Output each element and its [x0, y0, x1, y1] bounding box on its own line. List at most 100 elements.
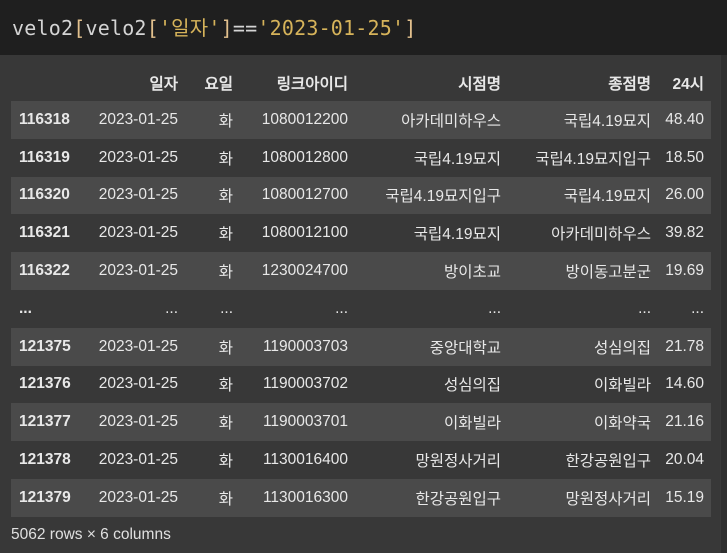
- column-header: 링크아이디: [276, 75, 348, 93]
- table-cell-end: 국립4.19묘지: [563, 188, 651, 206]
- code-token: [: [73, 16, 86, 40]
- table-row: 121377 2023-01-25 화 1190003701 이화빌라 이화약국 21.16: [11, 403, 711, 442]
- code-token: '2023-01-25': [257, 16, 405, 40]
- row-index: 121378: [19, 451, 71, 469]
- code-token: ]: [404, 16, 417, 40]
- notebook-page: velo2[velo2['일자']=='2023-01-25'] 일자 요일 링크아…: [0, 0, 727, 553]
- table-cell-day: 화: [218, 112, 233, 130]
- table-cell-link: 1080012100: [261, 224, 348, 242]
- table-cell-start: 이화빌라: [443, 415, 501, 433]
- table-cell-date: 2023-01-25: [98, 337, 178, 355]
- table-cell-start: 중앙대학교: [429, 339, 501, 357]
- table-body: 116318 2023-01-25 화 1080012200 아카데미하우스 국립4.19…: [11, 101, 711, 517]
- scrollbar-track[interactable]: [721, 55, 727, 553]
- row-index: 121375: [19, 337, 71, 355]
- table-cell-start: 국립4.19묘지: [413, 150, 501, 168]
- table-cell-date: 2023-01-25: [98, 375, 178, 393]
- table-row: 116322 2023-01-25 화 1230024700 방이초교 방이동고분군 19.…: [11, 252, 711, 290]
- table-cell-end: ...: [638, 299, 651, 317]
- row-index: 116321: [19, 224, 70, 242]
- table-cell-val: 15.19: [665, 488, 704, 506]
- row-index: ...: [19, 299, 32, 317]
- table-cell-date: ...: [165, 299, 178, 317]
- table-cell-link: 1130016300: [262, 488, 348, 506]
- table-cell-start: 방이초교: [443, 264, 501, 282]
- row-index: 116320: [19, 186, 70, 204]
- table-cell-day: 화: [218, 339, 233, 357]
- table-cell-end: 국립4.19묘지: [563, 112, 651, 130]
- table-row: .....................: [11, 289, 711, 328]
- table-cell-date: 2023-01-25: [98, 451, 178, 469]
- table-cell-val: 20.04: [665, 451, 704, 469]
- table-cell-date: 2023-01-25: [98, 413, 178, 431]
- table-cell-day: 화: [218, 415, 233, 433]
- row-index: 116322: [19, 262, 70, 280]
- table-cell-val: 48.40: [665, 110, 704, 128]
- table-cell-day: 화: [218, 377, 233, 395]
- code-token: [: [146, 16, 159, 40]
- table-cell-start: 망원정사거리: [415, 453, 501, 471]
- column-header: 24시: [672, 75, 704, 93]
- table-cell-val: 18.50: [665, 148, 704, 166]
- table-cell-start: ...: [488, 299, 501, 317]
- column-header: 시점명: [458, 75, 501, 93]
- table-cell-date: 2023-01-25: [98, 110, 178, 128]
- code-token: '일자': [158, 16, 221, 40]
- table-row: 116319 2023-01-25 화 1080012800 국립4.19묘지 국립4.1…: [11, 138, 711, 177]
- row-index: 121377: [19, 413, 71, 431]
- table-cell-start: 국립4.19묘지: [413, 226, 501, 244]
- table-cell-day: 화: [218, 226, 233, 244]
- cell-output: 일자 요일 링크아이디 시점명 종점명 24시 116318 2023-01-25 화 1080…: [0, 55, 727, 553]
- table-cell-val: 39.82: [665, 224, 704, 242]
- table-cell-val: 19.69: [665, 262, 704, 280]
- row-index: 116318: [19, 110, 70, 128]
- table-cell-day: 화: [218, 188, 233, 206]
- table-cell-end: 이화약국: [593, 415, 651, 433]
- table-cell-end: 이화빌라: [593, 377, 651, 395]
- table-cell-val: 26.00: [665, 186, 704, 204]
- table-cell-end: 한강공원입구: [565, 453, 651, 471]
- table-cell-start: 국립4.19묘지입구: [385, 188, 501, 206]
- table-cell-date: 2023-01-25: [98, 186, 178, 204]
- column-header: [11, 64, 85, 101]
- code-token: ==: [232, 16, 258, 40]
- column-header: 종점명: [608, 75, 651, 93]
- table-cell-start: 한강공원입구: [415, 490, 501, 508]
- table-row: 116318 2023-01-25 화 1080012200 아카데미하우스 국립4.19…: [11, 101, 711, 139]
- table-cell-end: 성심의집: [593, 339, 651, 357]
- code-token: ]: [220, 16, 233, 40]
- table-cell-end: 아카데미하우스: [551, 226, 651, 244]
- table-cell-date: 2023-01-25: [98, 262, 178, 280]
- table-cell-link: 1080012700: [261, 186, 348, 204]
- table-cell-date: 2023-01-25: [98, 224, 178, 242]
- table-cell-link: 1080012800: [261, 148, 348, 166]
- table-cell-link: 1190003703: [262, 337, 348, 355]
- table-cell-end: 망원정사거리: [565, 490, 651, 508]
- table-cell-end: 국립4.19묘지입구: [535, 150, 651, 168]
- table-cell-day: 화: [218, 264, 233, 282]
- table-cell-link: 1190003702: [262, 375, 348, 393]
- table-cell-link: 1080012200: [261, 110, 348, 128]
- code-token: velo2: [85, 16, 147, 40]
- table-cell-val: 21.16: [665, 413, 704, 431]
- column-header: 일자: [149, 75, 178, 93]
- table-cell-day: 화: [218, 490, 233, 508]
- table-cell-link: 1190003701: [262, 413, 348, 431]
- row-index: 116319: [19, 148, 70, 166]
- table-cell-link: 1230024700: [261, 262, 348, 280]
- row-index: 121379: [19, 488, 71, 506]
- column-header: 요일: [204, 75, 233, 93]
- table-cell-start: 아카데미하우스: [401, 112, 501, 130]
- table-cell-day: 화: [218, 150, 233, 168]
- table-cell-link: ...: [335, 299, 348, 317]
- table-cell-start: 성심의집: [443, 377, 501, 395]
- dataframe-shape-footer: 5062 rows × 6 columns: [11, 526, 171, 543]
- table-cell-val: ...: [691, 299, 704, 317]
- table-cell-end: 방이동고분군: [565, 264, 651, 282]
- table-row: 121376 2023-01-25 화 1190003702 성심의집 이화빌라 14.60: [11, 365, 711, 404]
- table-header-row: 일자 요일 링크아이디 시점명 종점명 24시: [11, 64, 711, 101]
- table-row: 116320 2023-01-25 화 1080012700 국립4.19묘지입구 국립4…: [11, 176, 711, 215]
- code-cell[interactable]: velo2[velo2['일자']=='2023-01-25']: [0, 0, 727, 55]
- table-cell-day: 화: [218, 453, 233, 471]
- table-row: 121375 2023-01-25 화 1190003703 중앙대학교 성심의집 21.7…: [11, 327, 711, 366]
